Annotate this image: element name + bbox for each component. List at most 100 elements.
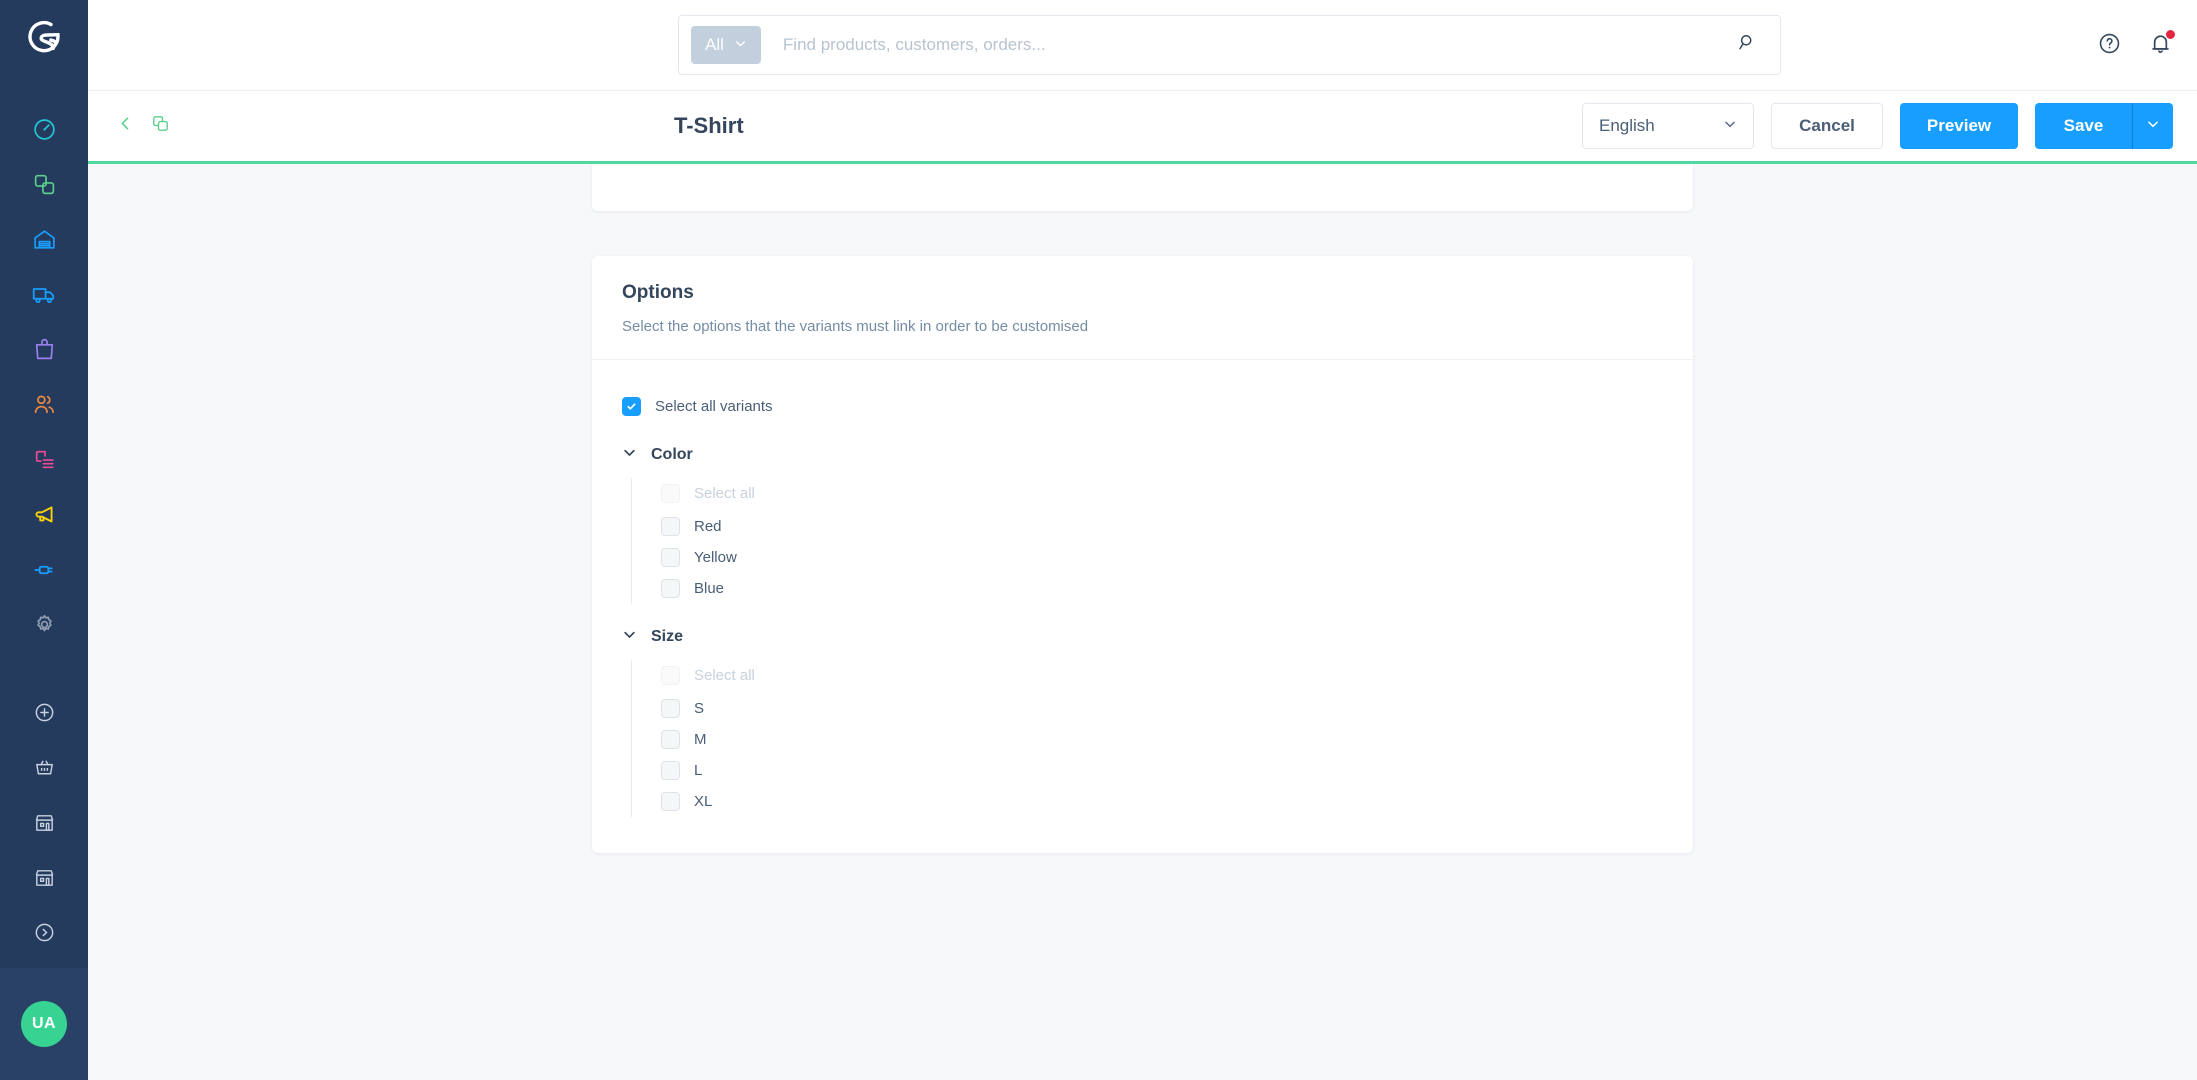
sidebar-shortcut-add[interactable]: [0, 685, 88, 740]
option-group-size-items: Select all S M L XL: [631, 660, 1663, 817]
header-actions: [2097, 0, 2176, 91]
sidebar-item-orders[interactable]: [0, 212, 88, 267]
color-red-label: Red: [694, 518, 722, 535]
select-all-variants-label: Select all variants: [655, 397, 773, 415]
option-group-size-header[interactable]: Size: [622, 622, 1663, 652]
option-value-row[interactable]: XL: [661, 786, 1663, 817]
sidebar-item-content[interactable]: [0, 432, 88, 487]
search-input[interactable]: [760, 35, 1724, 55]
color-red-checkbox[interactable]: [661, 517, 680, 536]
sidebar-item-customers[interactable]: [0, 377, 88, 432]
options-subtitle: Select the options that the variants mus…: [622, 318, 1089, 335]
main-sidebar: UA: [0, 0, 88, 1080]
size-select-all-checkbox[interactable]: [661, 666, 680, 685]
shopware-logo[interactable]: [0, 0, 88, 76]
color-select-all-row[interactable]: Select all: [661, 478, 1663, 509]
help-button[interactable]: [2097, 31, 2122, 61]
chevron-down-icon: [2146, 117, 2160, 136]
sidebar-shortcut-sales-channel[interactable]: [0, 850, 88, 905]
color-yellow-label: Yellow: [694, 549, 737, 566]
size-l-label: L: [694, 762, 703, 779]
save-button-group: Save: [2035, 103, 2173, 149]
customers-users-icon: [32, 392, 57, 417]
content-document-icon: [32, 447, 57, 472]
storefront-second-icon: [33, 866, 56, 889]
option-group-size: Size Select all S M L XL: [622, 622, 1663, 817]
notifications-button[interactable]: [2148, 28, 2176, 61]
global-search: All: [678, 15, 1781, 75]
option-group-color-header[interactable]: Color: [622, 440, 1663, 470]
option-value-row[interactable]: S: [661, 693, 1663, 724]
sidebar-shortcut-expand[interactable]: [0, 905, 88, 960]
preview-button[interactable]: Preview: [1900, 103, 2018, 149]
storefront-icon: [33, 811, 56, 834]
language-value: English: [1599, 116, 1655, 135]
select-all-variants-checkbox[interactable]: [622, 396, 641, 416]
chevron-down-icon: [1723, 116, 1737, 136]
sidebar-item-extensions[interactable]: [0, 542, 88, 597]
cancel-button[interactable]: Cancel: [1771, 103, 1883, 149]
search-scope-label: All: [705, 35, 724, 54]
app-root: UA All Find products, customers, orders.…: [0, 0, 2197, 1080]
back-button[interactable]: [116, 114, 135, 138]
chevron-right-circle-icon: [33, 921, 56, 944]
options-title: Options: [622, 282, 694, 303]
plus-circle-icon: [33, 701, 56, 724]
sidebar-item-products[interactable]: [0, 322, 88, 377]
page-title: T-Shirt: [674, 113, 744, 138]
option-value-row[interactable]: L: [661, 755, 1663, 786]
size-l-checkbox[interactable]: [661, 761, 680, 780]
save-options-button[interactable]: [2133, 103, 2173, 149]
sidebar-nav-primary: [0, 102, 88, 652]
warehouse-icon: [32, 227, 57, 252]
sidebar-item-deliveries[interactable]: [0, 267, 88, 322]
avatar[interactable]: UA: [21, 1001, 67, 1047]
search-submit-button[interactable]: [1724, 32, 1770, 58]
basket-icon: [33, 756, 56, 779]
gear-settings-icon: [32, 612, 57, 637]
toolbar-right-actions: English Cancel Preview Save: [1582, 103, 2173, 149]
dashboard-speedometer-icon: [32, 117, 57, 142]
sidebar-shortcut-storefront[interactable]: [0, 795, 88, 850]
sidebar-item-catalogues[interactable]: [0, 157, 88, 212]
color-select-all-label: Select all: [694, 485, 755, 502]
previous-card-partial: [592, 164, 1693, 211]
sidebar-item-settings[interactable]: [0, 597, 88, 652]
color-blue-checkbox[interactable]: [661, 579, 680, 598]
shopping-bag-icon: [32, 337, 57, 362]
sidebar-user-area[interactable]: UA: [0, 968, 88, 1080]
option-group-color: Color Select all Red Yellow Blue: [622, 440, 1663, 604]
truck-delivery-icon: [31, 282, 57, 308]
option-value-row[interactable]: Blue: [661, 573, 1663, 604]
color-yellow-checkbox[interactable]: [661, 548, 680, 567]
copy-duplicate-icon: [151, 114, 170, 138]
chevron-left-icon: [116, 114, 135, 138]
size-select-all-row[interactable]: Select all: [661, 660, 1663, 691]
sidebar-item-marketing[interactable]: [0, 487, 88, 542]
size-xl-label: XL: [694, 793, 713, 810]
color-blue-label: Blue: [694, 580, 725, 597]
color-select-all-checkbox[interactable]: [661, 484, 680, 503]
select-all-variants-row[interactable]: Select all variants: [622, 390, 1663, 422]
help-circle-icon: [2097, 31, 2122, 61]
save-button[interactable]: Save: [2035, 103, 2132, 149]
search-scope-selector[interactable]: All: [691, 26, 761, 64]
sidebar-nav-shortcuts: [0, 685, 88, 960]
size-s-checkbox[interactable]: [661, 699, 680, 718]
language-selector[interactable]: English: [1582, 103, 1754, 149]
megaphone-marketing-icon: [31, 502, 57, 528]
size-m-checkbox[interactable]: [661, 730, 680, 749]
option-value-row[interactable]: Yellow: [661, 542, 1663, 573]
duplicate-button[interactable]: [151, 114, 170, 138]
shopware-logo-icon: [24, 16, 64, 61]
sidebar-item-dashboard[interactable]: [0, 102, 88, 157]
option-value-row[interactable]: M: [661, 724, 1663, 755]
chevron-down-icon: [734, 35, 747, 55]
chevron-down-icon: [622, 627, 637, 647]
size-xl-checkbox[interactable]: [661, 792, 680, 811]
notification-badge: [2165, 28, 2176, 40]
option-value-row[interactable]: Red: [661, 511, 1663, 542]
content-scrollbar[interactable]: [2189, 164, 2197, 1080]
sidebar-shortcut-basket[interactable]: [0, 740, 88, 795]
page-toolbar: T-Shirt English Cancel Preview Save: [88, 91, 2197, 161]
